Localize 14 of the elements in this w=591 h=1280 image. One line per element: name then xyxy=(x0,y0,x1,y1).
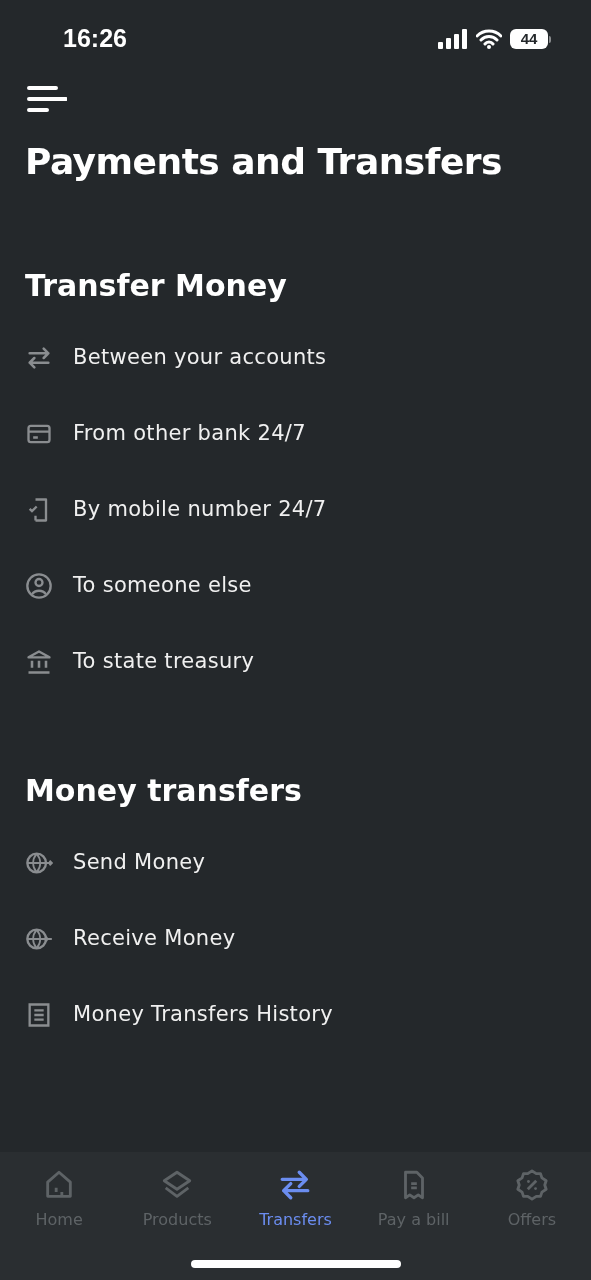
menu-item[interactable]: Money Transfers History xyxy=(73,999,333,1031)
section-heading: Money transfers xyxy=(25,772,303,810)
page-title: Payments and Transfers xyxy=(24,140,503,184)
menu-item[interactable]: To someone else xyxy=(73,570,252,602)
menu-item[interactable]: Receive Money xyxy=(73,923,236,955)
status-time: 16:26 xyxy=(63,23,127,55)
menu-item[interactable]: By mobile number 24/7 xyxy=(73,494,327,526)
tab-bar-item[interactable]: Transfers xyxy=(236,1168,355,1232)
menu-item[interactable]: Send Money xyxy=(73,847,206,879)
section-heading: Transfer Money xyxy=(25,267,288,305)
menu-item[interactable]: From other bank 24/7 xyxy=(73,418,306,450)
battery-icon: 44 xyxy=(510,29,551,49)
menu-item[interactable]: Between your accounts xyxy=(73,342,327,374)
menu-item[interactable]: To state treasury xyxy=(73,646,255,678)
